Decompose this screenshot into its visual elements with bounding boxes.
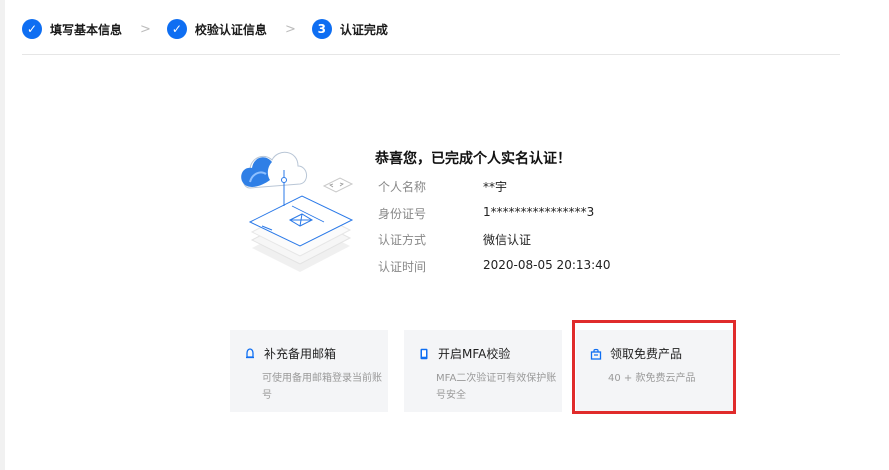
card-enable-mfa[interactable]: 开启MFA校验 MFA二次验证可有效保护账号安全	[404, 330, 562, 412]
step-number-badge: 3	[311, 19, 332, 39]
info-label: 个人名称	[378, 180, 427, 194]
info-row-name: 个人名称 **宇	[378, 178, 507, 196]
step-2-label: 校验认证信息	[194, 22, 267, 37]
info-label: 认证时间	[378, 260, 427, 274]
check-icon: ✓	[22, 19, 42, 39]
step-1: ✓ 填写基本信息	[22, 19, 122, 39]
info-row-time: 认证时间 2020-08-05 20:13:40	[378, 258, 610, 276]
highlight-box	[572, 320, 736, 414]
check-icon: ✓	[166, 19, 187, 39]
info-value: 2020-08-05 20:13:40	[483, 258, 611, 272]
info-label: 身份证号	[378, 207, 427, 221]
card-backup-email[interactable]: 补充备用邮箱 可使用备用邮箱登录当前账号	[230, 330, 388, 412]
info-value: 1****************3	[483, 205, 595, 219]
info-value: 微信认证	[483, 233, 532, 247]
success-title: 恭喜您，已完成个人实名认证！	[375, 151, 571, 167]
card-title: 补充备用邮箱	[264, 347, 337, 361]
chevron-right-icon: >	[284, 21, 296, 37]
step-3: 3 认证完成	[311, 19, 388, 39]
chevron-right-icon: >	[140, 21, 151, 37]
step-1-label: 填写基本信息	[50, 22, 123, 37]
info-value: **宇	[483, 180, 508, 194]
left-divider	[0, 0, 5, 470]
phone-icon	[420, 348, 428, 359]
step-2: ✓ 校验认证信息	[166, 19, 267, 39]
card-description: 可使用备用邮箱登录当前账号	[262, 373, 382, 401]
card-head: 补充备用邮箱	[244, 345, 388, 362]
step-indicator: ✓ 填写基本信息 > ✓ 校验认证信息 > 3 认证完成	[22, 18, 388, 40]
info-row-id: 身份证号 1****************3	[378, 205, 594, 223]
step-3-label: 认证完成	[339, 22, 388, 37]
cloud-verification-illustration	[241, 151, 354, 272]
card-title: 开启MFA校验	[438, 347, 511, 361]
header-divider	[22, 54, 840, 55]
info-label: 认证方式	[378, 233, 427, 247]
card-head: 开启MFA校验	[418, 345, 562, 362]
card-description: MFA二次验证可有效保护账号安全	[436, 373, 557, 401]
bell-icon	[246, 347, 254, 358]
info-row-method: 认证方式 微信认证	[378, 231, 531, 249]
